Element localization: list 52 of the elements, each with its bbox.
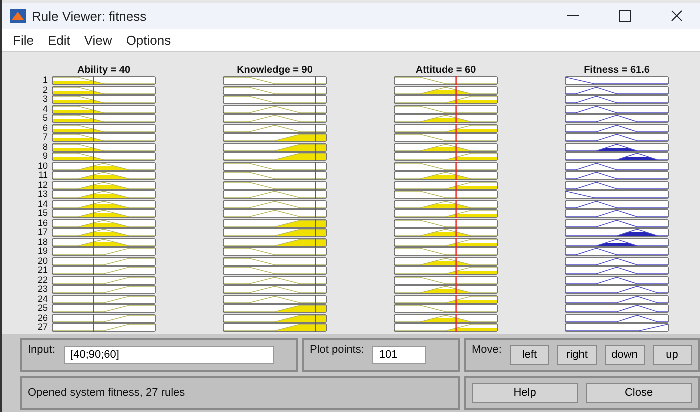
- rule-number: 13: [36, 190, 49, 200]
- menu-item[interactable]: View: [79, 32, 118, 48]
- menu-item[interactable]: File: [8, 32, 39, 48]
- rule-number: 12: [36, 180, 49, 190]
- move-button[interactable]: left: [510, 345, 550, 365]
- rule-number: 18: [36, 238, 49, 247]
- plot-points-label: Plot points:: [310, 344, 364, 356]
- rule-number: 24: [36, 294, 49, 304]
- maximize-icon: [619, 10, 631, 22]
- rule-number: 16: [36, 218, 49, 228]
- rule-number: 8: [42, 142, 49, 152]
- app-icon: [10, 9, 26, 23]
- rule-number: 23: [36, 285, 49, 294]
- rule-number: 1: [42, 76, 49, 86]
- rule-number: 26: [36, 314, 49, 323]
- variable-title: Ability = 40: [76, 65, 132, 76]
- rule-number: 25: [36, 304, 49, 314]
- variable-title: Knowledge = 90: [236, 65, 314, 76]
- rule-number: 5: [42, 114, 49, 124]
- rule-number: 19: [36, 247, 49, 256]
- action-button[interactable]: Help: [472, 383, 578, 403]
- rule-number: 27: [36, 323, 49, 332]
- input-field[interactable]: [40;90;60]: [64, 346, 274, 364]
- rule-number: 15: [36, 209, 49, 218]
- input-label: Input:: [28, 344, 56, 356]
- variable-title: Fitness = 61.6: [583, 65, 651, 76]
- status-text: Opened system fitness, 27 rules: [28, 387, 186, 399]
- rule-number: 11: [38, 171, 49, 180]
- rule-number: 14: [36, 200, 49, 209]
- rule-number: 2: [42, 86, 49, 95]
- move-label: Move:: [472, 344, 502, 356]
- close-icon: [671, 10, 683, 22]
- rule-number: 3: [42, 95, 49, 104]
- rule-number: 9: [42, 152, 49, 162]
- rule-number: 22: [36, 276, 49, 285]
- move-button[interactable]: down: [605, 345, 645, 365]
- plot-points-field[interactable]: 101: [372, 346, 426, 364]
- move-button[interactable]: up: [652, 345, 692, 365]
- rule-number: 10: [36, 162, 49, 171]
- rule-number: 7: [42, 133, 49, 142]
- window-title: Rule Viewer: fitness: [32, 8, 148, 24]
- variable-title: Attitude = 60: [414, 65, 478, 76]
- rule-number: 6: [42, 124, 49, 133]
- action-button[interactable]: Close: [586, 383, 692, 403]
- menu-item[interactable]: Edit: [42, 32, 76, 48]
- minimize-icon: [567, 15, 579, 17]
- menu-item[interactable]: Options: [121, 32, 176, 48]
- rule-number: 17: [36, 228, 49, 238]
- rule-number: 20: [36, 256, 49, 266]
- move-button[interactable]: right: [557, 345, 597, 365]
- rule-number: 21: [36, 266, 49, 276]
- rule-number: 4: [42, 104, 49, 114]
